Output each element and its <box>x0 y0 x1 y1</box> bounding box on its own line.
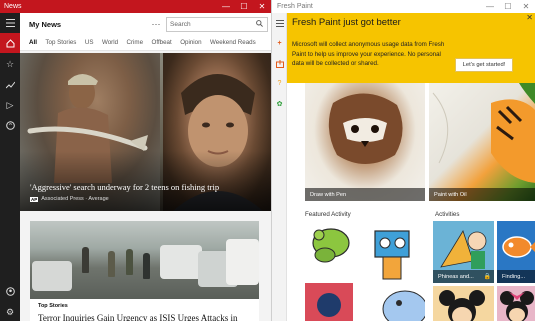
news-main: My News ··· All Top Stories US World Cri… <box>20 13 271 321</box>
featured-activity-heading: Featured Activity <box>305 211 351 218</box>
maximize-button[interactable]: ☐ <box>235 0 253 13</box>
tab-world[interactable]: World <box>102 39 118 46</box>
tab-opinion[interactable]: Opinion <box>180 39 201 46</box>
consent-banner: Fresh Paint just got better Microsoft wi… <box>287 13 535 83</box>
tab-top-stories[interactable]: Top Stories <box>45 39 76 46</box>
hero-gradient-overlay <box>20 151 271 211</box>
hero-source-text: Associated Press · Average <box>41 196 109 202</box>
news-window-title: News <box>4 3 22 10</box>
news-nav-rail: ☆ ▷ ⚙ <box>0 13 20 321</box>
search-icon[interactable] <box>256 19 263 29</box>
activity-card-mickey[interactable] <box>433 286 494 321</box>
page-title: My News <box>29 19 62 29</box>
minimize-button[interactable]: — <box>481 0 499 13</box>
banner-close-icon[interactable]: ✕ <box>526 13 533 22</box>
car-shape <box>226 239 259 285</box>
more-button[interactable]: ··· <box>146 19 166 29</box>
tab-weekend-reads[interactable]: Weekend Reads <box>210 39 256 46</box>
tab-all[interactable]: All <box>29 39 37 46</box>
news-header: My News ··· <box>20 13 271 35</box>
tiger-painting-image <box>432 83 535 183</box>
activities-heading: Activities <box>435 211 460 218</box>
tab-us[interactable]: US <box>85 39 94 46</box>
hero-source: AP Associated Press · Average <box>30 196 109 202</box>
plus-icon[interactable]: + <box>272 36 287 51</box>
globe-icon[interactable] <box>0 115 20 135</box>
story-headline[interactable]: Terror Inquiries Gain Urgency as ISIS Ur… <box>38 313 238 321</box>
close-button[interactable]: ✕ <box>517 0 535 13</box>
import-icon[interactable] <box>272 56 287 71</box>
category-tabs: All Top Stories US World Crime Offbeat O… <box>20 35 271 51</box>
hero-headline[interactable]: 'Aggressive' search underway for 2 teens… <box>30 182 219 192</box>
activity-card-phineas[interactable]: Phineas and... 🔒 <box>433 221 494 283</box>
star-icon[interactable]: ☆ <box>0 54 20 74</box>
account-icon[interactable] <box>0 281 20 301</box>
paint-window-title: Fresh Paint <box>277 3 313 10</box>
activity-card-finding[interactable]: Finding... <box>497 221 535 283</box>
car-shape <box>32 261 72 291</box>
settings-icon[interactable]: ⚙ <box>0 302 20 321</box>
settings-icon[interactable]: ✿ <box>272 96 287 111</box>
card-label: Paint with Oil <box>429 188 535 201</box>
close-button[interactable]: ✕ <box>253 0 271 13</box>
story-photo-street-scene <box>30 221 259 299</box>
featured-activity-image <box>305 228 425 321</box>
person-shape <box>126 249 133 275</box>
tab-offbeat[interactable]: Offbeat <box>152 39 172 46</box>
paint-nav-rail: + ? ✿ <box>272 13 287 321</box>
activity-card-minnie[interactable] <box>497 286 535 321</box>
minimize-button[interactable]: — <box>217 0 235 13</box>
activity-image <box>439 290 485 321</box>
banner-title: Fresh Paint just got better <box>292 17 401 28</box>
tab-crime[interactable]: Crime <box>127 39 144 46</box>
story-card[interactable]: Top Stories Terror Inquiries Gain Urgenc… <box>30 221 259 321</box>
news-window: News — ☐ ✕ ☆ ▷ ⚙ My News ··· Search All … <box>0 0 271 321</box>
banner-body: Microsoft will collect anonymous usage d… <box>292 41 445 67</box>
home-icon[interactable] <box>0 33 20 53</box>
get-started-button[interactable]: Let's get started! <box>455 58 513 72</box>
activity-image <box>500 291 534 321</box>
card-label: Draw with Pen <box>305 188 425 201</box>
car-shape <box>160 245 202 279</box>
fresh-paint-window: Fresh Paint — ☐ ✕ + ? ✿ Fresh Paint just… <box>271 0 535 321</box>
card-label: Finding... <box>497 270 535 283</box>
news-titlebar: News — ☐ ✕ <box>0 0 271 13</box>
paint-titlebar: Fresh Paint — ☐ ✕ <box>272 0 535 13</box>
ap-logo: AP <box>30 196 39 202</box>
search-box <box>166 16 268 32</box>
lock-icon: 🔒 <box>483 274 491 280</box>
raccoon-sketch-image <box>328 93 403 164</box>
person-shape <box>108 251 115 277</box>
maximize-button[interactable]: ☐ <box>499 0 517 13</box>
hamburger-icon[interactable] <box>0 13 20 33</box>
story-tag: Top Stories <box>38 303 68 309</box>
hamburger-icon[interactable] <box>272 16 287 31</box>
person-shape <box>143 253 150 279</box>
draw-with-pen-card[interactable]: Draw with Pen <box>305 83 425 201</box>
question-icon[interactable]: ? <box>272 76 287 91</box>
paint-with-oil-card[interactable]: Paint with Oil <box>429 83 535 201</box>
paint-main: Fresh Paint just got better Microsoft wi… <box>287 13 535 321</box>
hero-story[interactable]: 'Aggressive' search underway for 2 teens… <box>20 53 271 211</box>
search-input[interactable] <box>170 20 256 28</box>
play-icon[interactable]: ▷ <box>0 95 20 115</box>
featured-activity-card[interactable] <box>305 221 425 321</box>
trend-icon[interactable] <box>0 75 20 95</box>
person-shape <box>82 247 89 273</box>
story-card-section: Top Stories Terror Inquiries Gain Urgenc… <box>20 211 271 321</box>
